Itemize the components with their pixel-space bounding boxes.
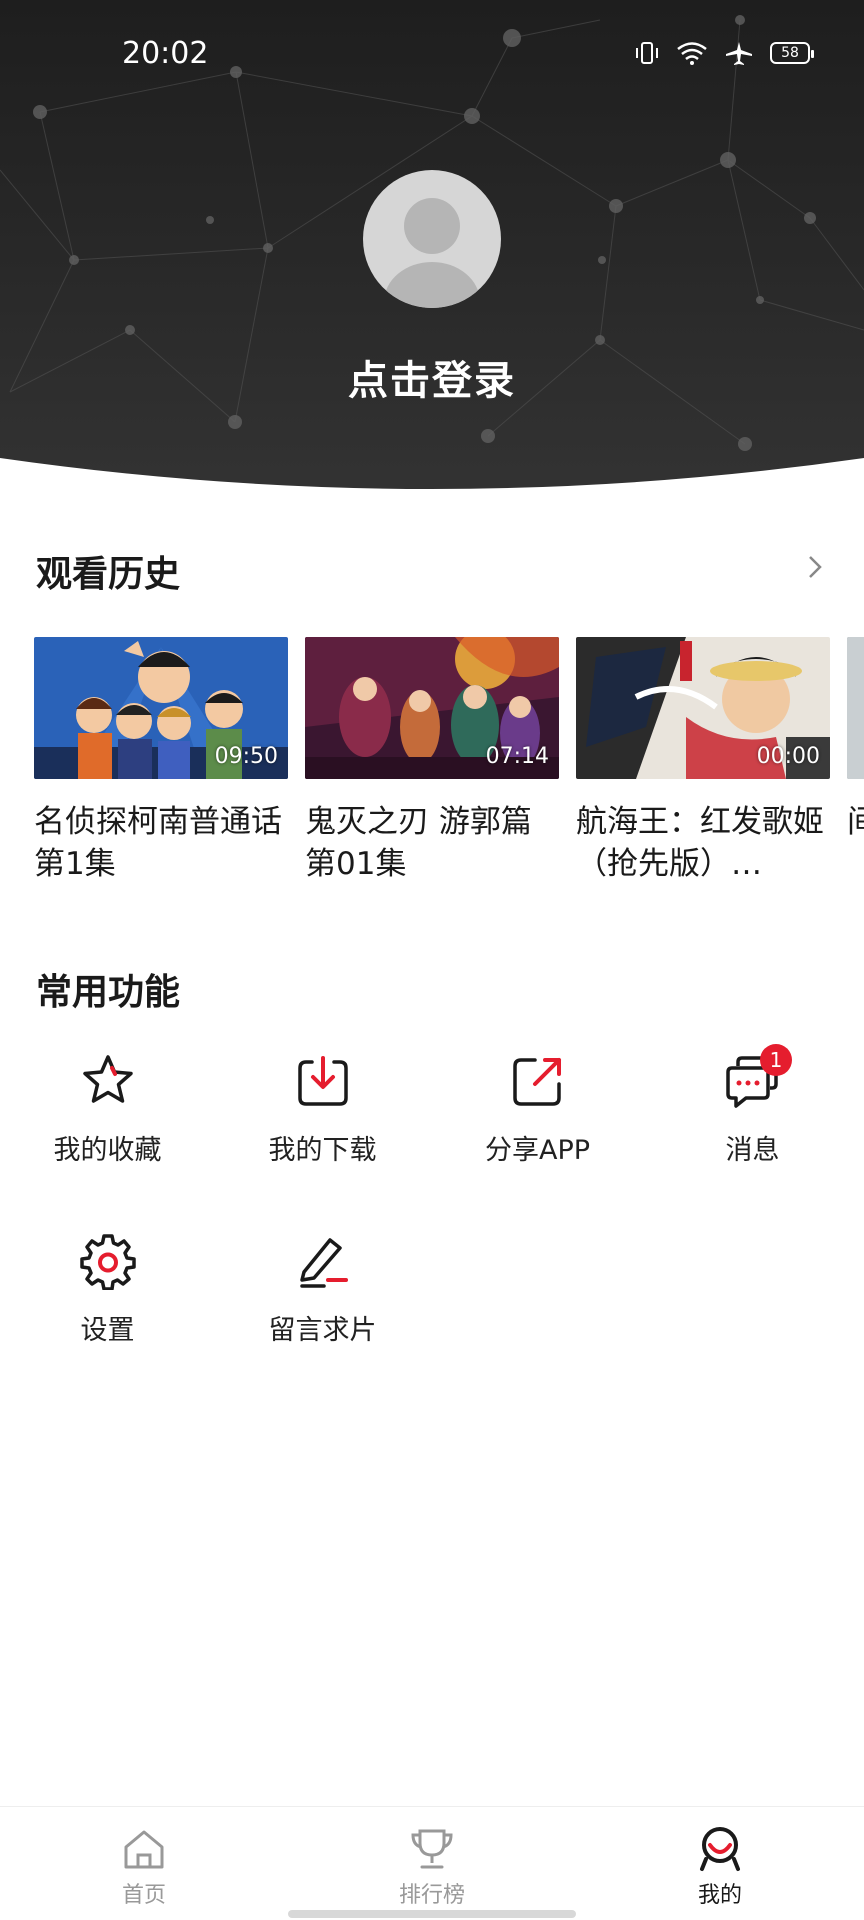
- video-duration: 07:14: [485, 744, 549, 769]
- trophy-icon: [411, 1829, 453, 1869]
- login-link[interactable]: 点击登录: [0, 348, 864, 406]
- video-thumbnail[interactable]: 09:50: [34, 637, 288, 779]
- settings-button[interactable]: 设置: [0, 1232, 215, 1382]
- history-list[interactable]: 09:50 名侦探柯南普通话 第1集 07:14 鬼灭之刃 游郭篇第01集 00…: [34, 637, 864, 897]
- video-title[interactable]: 航海王：红发歌姬（抢先版）…: [576, 801, 830, 885]
- nav-ranking[interactable]: 排行榜: [288, 1807, 576, 1920]
- vibrate-icon: [636, 42, 658, 64]
- share-icon: [512, 1058, 561, 1106]
- share-app-button[interactable]: 分享APP: [430, 1052, 645, 1202]
- user-placeholder-icon: [384, 198, 480, 308]
- message-count-badge: 1: [760, 1044, 792, 1076]
- video-thumbnail[interactable]: 07:14: [305, 637, 559, 779]
- nav-ranking-label: 排行榜: [398, 1883, 465, 1908]
- video-title[interactable]: 鬼灭之刃 游郭篇第01集: [305, 801, 559, 885]
- history-section-title: 观看历史: [36, 554, 181, 595]
- airplane-icon: [726, 42, 752, 65]
- video-thumbnail[interactable]: 00:00: [576, 637, 830, 779]
- history-item[interactable]: 00:00 航海王：红发歌姬（抢先版）…: [576, 637, 830, 885]
- nav-mine[interactable]: 我的: [576, 1807, 864, 1920]
- home-indicator[interactable]: [288, 1910, 576, 1918]
- request-video-button[interactable]: 留言求片: [215, 1232, 430, 1382]
- status-time: 20:02: [122, 36, 209, 71]
- battery-indicator: 58: [770, 42, 814, 64]
- edit-icon: [299, 1238, 348, 1288]
- video-title[interactable]: 间集: [847, 801, 864, 843]
- video-duration: 00:00: [756, 744, 820, 769]
- status-bar: 20:02 58: [0, 0, 864, 110]
- video-thumbnail[interactable]: [847, 637, 864, 779]
- nav-mine-label: 我的: [697, 1883, 742, 1908]
- thumbnail-art: [847, 637, 864, 779]
- video-title[interactable]: 名侦探柯南普通话 第1集: [34, 801, 288, 885]
- history-item[interactable]: 07:14 鬼灭之刃 游郭篇第01集: [305, 637, 559, 885]
- wifi-icon: [677, 42, 707, 65]
- favorites-button[interactable]: 我的收藏: [0, 1052, 215, 1202]
- favorites-label: 我的收藏: [53, 1135, 162, 1166]
- messages-label: 消息: [725, 1135, 780, 1166]
- video-duration: 09:50: [214, 744, 278, 769]
- history-item[interactable]: 09:50 名侦探柯南普通话 第1集: [34, 637, 288, 885]
- avatar[interactable]: [363, 170, 501, 308]
- profile-icon: [700, 1827, 740, 1871]
- home-icon: [124, 1830, 164, 1869]
- downloads-label: 我的下载: [268, 1135, 377, 1166]
- status-icons: 58: [634, 40, 814, 66]
- history-item[interactable]: 间集: [847, 637, 864, 843]
- gear-icon: [79, 1234, 136, 1290]
- downloads-button[interactable]: 我的下载: [215, 1052, 430, 1202]
- request-video-label: 留言求片: [268, 1315, 377, 1346]
- share-app-label: 分享APP: [484, 1135, 591, 1166]
- messages-button[interactable]: 消息: [645, 1052, 860, 1202]
- nav-home[interactable]: 首页: [0, 1807, 288, 1920]
- functions-section-title: 常用功能: [36, 972, 181, 1013]
- settings-label: 设置: [80, 1315, 135, 1346]
- download-icon: [297, 1056, 348, 1106]
- bottom-nav: 首页 排行榜 我的: [0, 1806, 864, 1920]
- chevron-right-icon[interactable]: [800, 549, 830, 585]
- header-curve: [0, 458, 864, 500]
- nav-home-label: 首页: [121, 1883, 166, 1908]
- star-icon: [82, 1055, 133, 1103]
